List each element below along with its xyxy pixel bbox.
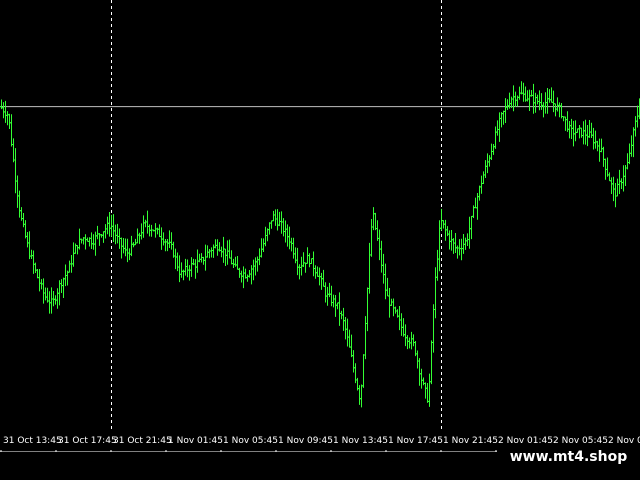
x-tick-label: 1 Nov 17:45 — [388, 436, 443, 446]
watermark: www.mt4.shop — [497, 445, 640, 470]
x-tick-label: 31 Oct 13:45 — [3, 436, 62, 446]
price-chart: 31 Oct 13:4531 Oct 17:4531 Oct 21:451 No… — [0, 0, 640, 454]
x-tick-label: 1 Nov 09:45 — [278, 436, 333, 446]
plot-area — [0, 0, 640, 452]
x-tick-label: 1 Nov 13:45 — [333, 436, 388, 446]
x-tick-label: 1 Nov 01:45 — [168, 436, 223, 446]
x-tick-label: 1 Nov 05:45 — [223, 436, 278, 446]
x-tick-label: 1 Nov 21:45 — [443, 436, 498, 446]
x-tick-label: 31 Oct 21:45 — [113, 436, 172, 446]
x-tick-label: 31 Oct 17:45 — [58, 436, 117, 446]
